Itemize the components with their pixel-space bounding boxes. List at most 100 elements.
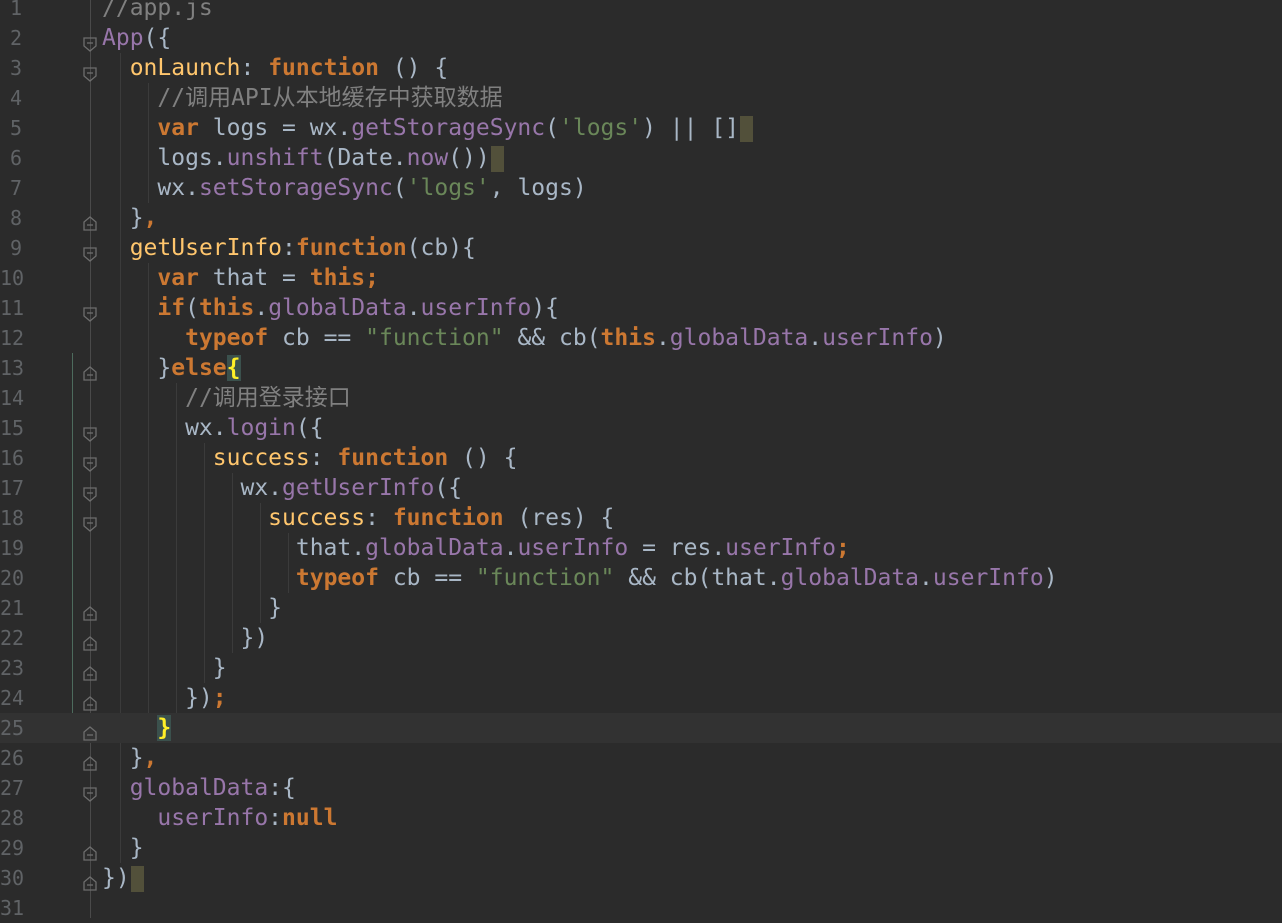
code-line[interactable]: 3 onLaunch: function () { [0,53,1282,83]
line-number: 1 [9,0,22,20]
code-token: "function" [475,565,615,591]
fold-close-icon[interactable] [82,690,98,711]
line-number: 18 [0,506,25,530]
line-number: 31 [0,896,25,920]
code-line[interactable]: 23 } [0,653,1282,683]
code-token: . [919,565,933,591]
line-number: 5 [9,116,22,140]
code-token: } [102,355,172,381]
code-token: : [365,505,393,531]
fold-open-icon[interactable] [82,450,98,472]
code-line[interactable]: 12 typeof cb == "function" && cb(this.gl… [0,323,1282,353]
code-token: globalData [365,535,504,561]
code-line[interactable]: 19 that.globalData.userInfo = res.userIn… [0,533,1282,563]
fold-open-icon[interactable] [82,240,98,262]
code-token: now [406,145,449,171]
code-line[interactable]: 31 [0,893,1282,923]
code-text: App({ [102,23,171,53]
code-token: var [157,115,199,141]
code-token: this [600,325,656,351]
code-token: : [268,805,283,831]
code-line[interactable]: 16 success: function () { [0,443,1282,473]
line-number: 22 [0,626,25,650]
code-token: that. [102,535,366,561]
code-line[interactable]: 11 if(this.globalData.userInfo){ [0,293,1282,323]
code-line[interactable]: 1 //app.js [0,0,1282,23]
line-number: 14 [0,386,25,410]
line-number: 19 [0,536,25,560]
code-line[interactable]: 30}) [0,863,1282,893]
code-token: . [503,535,518,561]
code-token: :{ [268,775,296,801]
code-token: ) [932,325,947,351]
fold-close-icon[interactable] [82,600,98,621]
code-token: function [337,445,449,471]
code-line[interactable]: 7 wx.setStorageSync('logs', logs) [0,173,1282,203]
line-number: 4 [9,86,22,110]
fold-close-icon[interactable] [82,750,98,771]
code-line[interactable]: 27 globalData:{ [0,773,1282,803]
fold-open-icon[interactable] [82,780,98,802]
code-line[interactable]: 26 }, [0,743,1282,773]
code-line[interactable]: 20 typeof cb == "function" && cb(that.gl… [0,563,1282,593]
fold-open-icon[interactable] [82,300,98,322]
fold-close-icon[interactable] [82,870,98,891]
code-line[interactable]: 17 wx.getUserInfo({ [0,473,1282,503]
code-text: onLaunch: function () { [102,53,449,83]
fold-close-icon[interactable] [82,210,98,231]
code-token: this [198,295,255,321]
code-token: function [295,235,407,261]
code-line[interactable]: 10 var that = this; [0,263,1282,293]
code-text: typeof cb == "function" && cb(this.globa… [102,323,947,353]
code-line[interactable]: 29 } [0,833,1282,863]
fold-open-icon[interactable] [82,420,98,442]
fold-open-icon[interactable] [82,480,98,502]
line-number: 3 [9,56,22,80]
code-line[interactable]: 24 }); [0,683,1282,713]
code-token: } [102,655,227,681]
line-number: 2 [9,26,22,50]
fold-close-icon[interactable] [82,360,98,381]
match-marker [740,115,754,142]
fold-open-icon[interactable] [82,30,98,52]
code-text: }else{ [102,353,241,383]
line-number: 28 [0,806,25,830]
code-line[interactable]: 14 //调用登录接口 [0,383,1282,413]
code-editor[interactable]: 1//app.js 2 App({3 onLaunch: function () {… [0,0,1282,920]
line-number: 10 [0,266,25,290]
code-line[interactable]: 28 userInfo:null [0,803,1282,833]
code-line[interactable]: 8 }, [0,203,1282,233]
code-token: getUserInfo [282,475,435,501]
fold-open-icon[interactable] [82,60,98,82]
code-line[interactable]: 22 }) [0,623,1282,653]
code-token: (Date. [323,145,407,171]
code-text: wx.setStorageSync('logs', logs) [102,173,586,203]
code-token: ( [545,115,559,141]
code-line[interactable]: 6 logs.unshift(Date.now()) [0,143,1282,173]
code-text: //app.js [102,0,213,23]
code-token: //app.js [102,0,213,21]
fold-close-icon[interactable] [82,630,98,651]
code-token: success [268,505,366,531]
code-token: cb == [378,565,476,591]
code-token: : [240,55,269,81]
code-line[interactable]: 9 getUserInfo:function(cb){ [0,233,1282,263]
code-text: }, [102,203,158,233]
fold-close-icon[interactable] [82,720,98,741]
fold-close-icon[interactable] [82,660,98,681]
code-line[interactable]: 4 //调用API从本地缓存中获取数据 [0,83,1282,113]
fold-close-icon[interactable] [82,840,98,861]
code-line[interactable]: 5 var logs = wx.getStorageSync('logs') |… [0,113,1282,143]
code-text: if(this.globalData.userInfo){ [102,293,559,323]
code-line[interactable]: 21 } [0,593,1282,623]
code-token: function [268,55,379,81]
code-line[interactable]: 13 }else{ [0,353,1282,383]
code-line[interactable]: 2 App({ [0,23,1282,53]
code-line[interactable]: 25 } [0,713,1282,743]
code-line[interactable]: 18 success: function (res) { [0,503,1282,533]
code-line[interactable]: 15 wx.login({ [0,413,1282,443]
code-token: ({ [143,25,172,51]
fold-open-icon[interactable] [82,510,98,532]
code-token: that = [198,265,310,291]
